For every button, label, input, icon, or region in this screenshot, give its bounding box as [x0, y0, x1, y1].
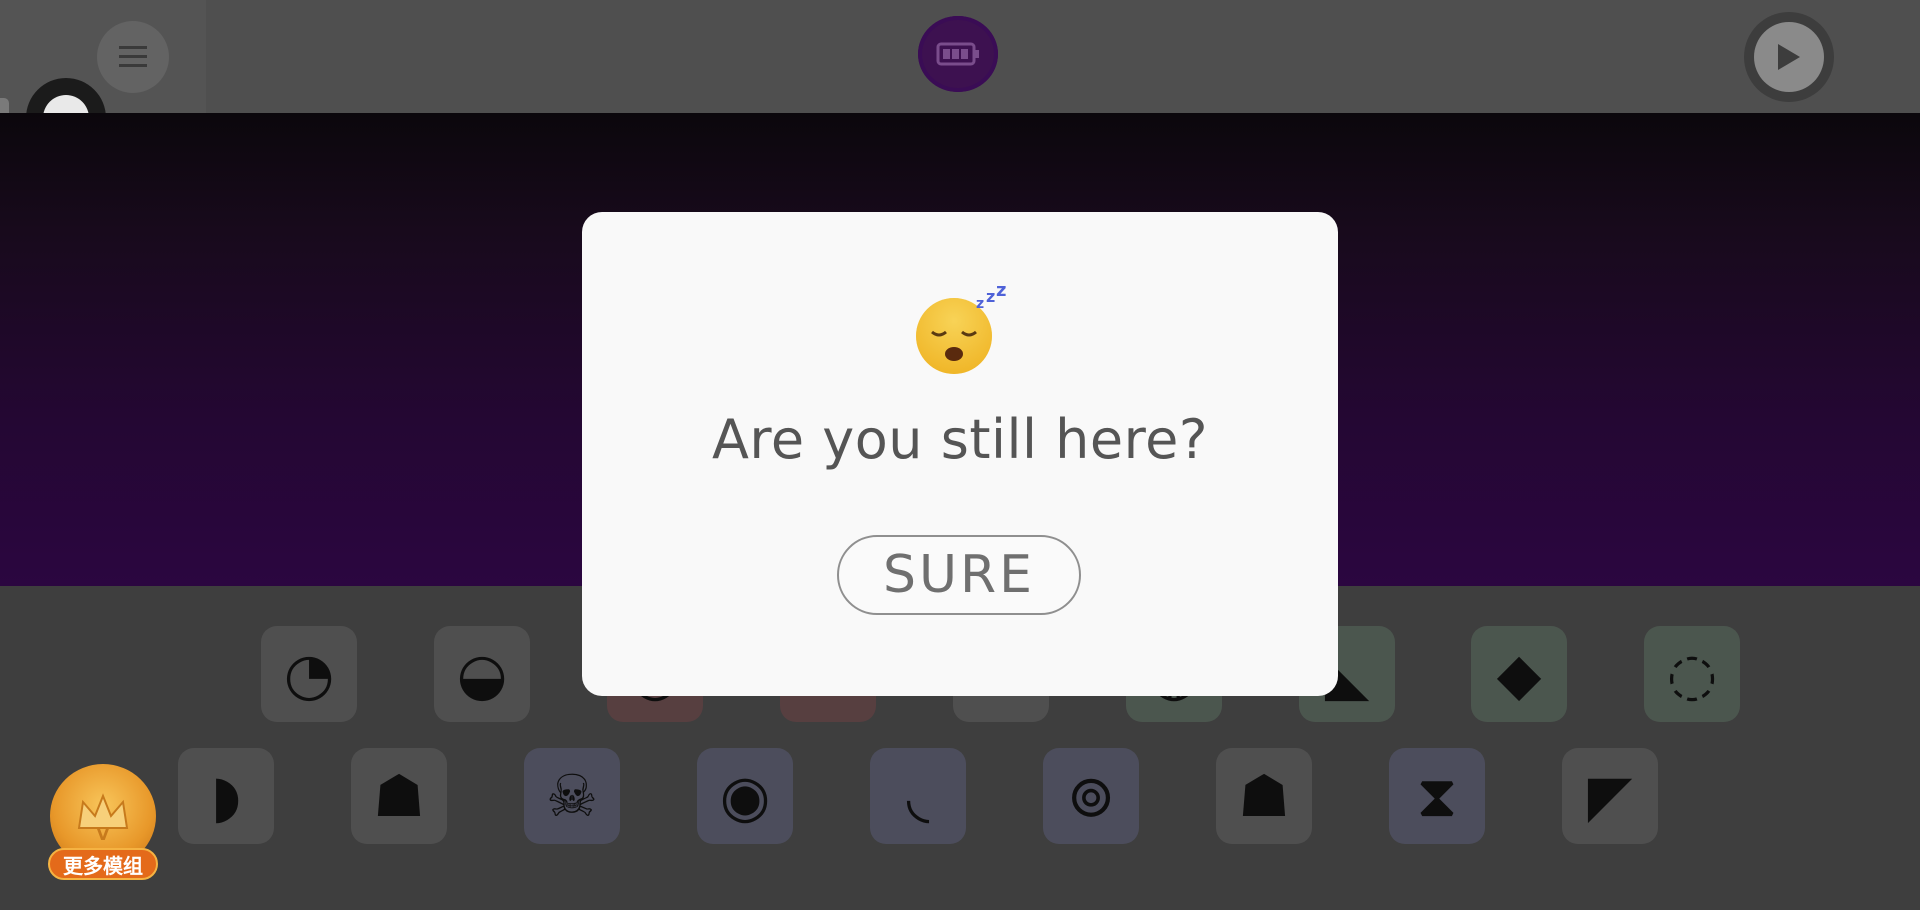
menu-button[interactable]	[97, 21, 169, 93]
sleeping-face-icon: z z z	[916, 286, 1006, 374]
top-toolbar	[0, 0, 1920, 113]
sound-tile[interactable]: ◆	[1471, 626, 1567, 722]
sound-tile[interactable]: ☗	[351, 748, 447, 844]
sound-icon: ◟	[906, 762, 930, 830]
sound-tile[interactable]: ◗	[178, 748, 274, 844]
sound-icon: ☠	[546, 762, 598, 830]
play-icon	[1778, 44, 1800, 70]
hamburger-menu-icon	[119, 46, 147, 67]
sound-icon: ◆	[1496, 640, 1542, 708]
sound-tile[interactable]: ◉	[697, 748, 793, 844]
svg-text:z: z	[986, 287, 995, 306]
sound-icon: ☗	[373, 762, 425, 830]
crown-icon: V	[77, 793, 129, 844]
svg-text:z: z	[976, 296, 984, 312]
sound-icon: ◤	[1587, 762, 1633, 830]
sound-icon: ☗	[1238, 762, 1290, 830]
battery-button[interactable]	[918, 16, 998, 92]
sound-tile[interactable]: ⧗	[1389, 748, 1485, 844]
sound-icon: ◌	[1666, 640, 1718, 708]
battery-icon	[936, 42, 979, 66]
play-button[interactable]	[1744, 12, 1834, 102]
play-button-inner	[1754, 22, 1824, 92]
more-mods-label: 更多模组	[48, 848, 158, 880]
more-mods-badge[interactable]: V 更多模组	[48, 764, 158, 882]
sound-tile[interactable]: ☗	[1216, 748, 1312, 844]
sound-icon: ◉	[719, 762, 771, 830]
sound-icon: ⧗	[1416, 762, 1458, 830]
sound-tile[interactable]: ◟	[870, 748, 966, 844]
sound-icon: ◒	[456, 640, 508, 708]
sound-tile[interactable]: ◒	[434, 626, 530, 722]
sound-tile[interactable]: ⊚	[1043, 748, 1139, 844]
svg-text:z: z	[996, 286, 1006, 301]
sound-icon: ◗	[210, 762, 242, 830]
dialog-title: Are you still here?	[711, 408, 1209, 471]
sound-tile[interactable]: ◔	[261, 626, 357, 722]
sure-button[interactable]: SURE	[837, 535, 1081, 615]
sound-icon: ◔	[283, 640, 335, 708]
crown-letter: V	[97, 825, 110, 844]
sound-tile[interactable]: ◤	[1562, 748, 1658, 844]
sound-icon: ⊚	[1066, 762, 1116, 830]
sound-tile[interactable]: ☠	[524, 748, 620, 844]
idle-dialog: z z z Are you still here? SURE	[582, 212, 1338, 696]
sound-tile[interactable]: ◌	[1644, 626, 1740, 722]
